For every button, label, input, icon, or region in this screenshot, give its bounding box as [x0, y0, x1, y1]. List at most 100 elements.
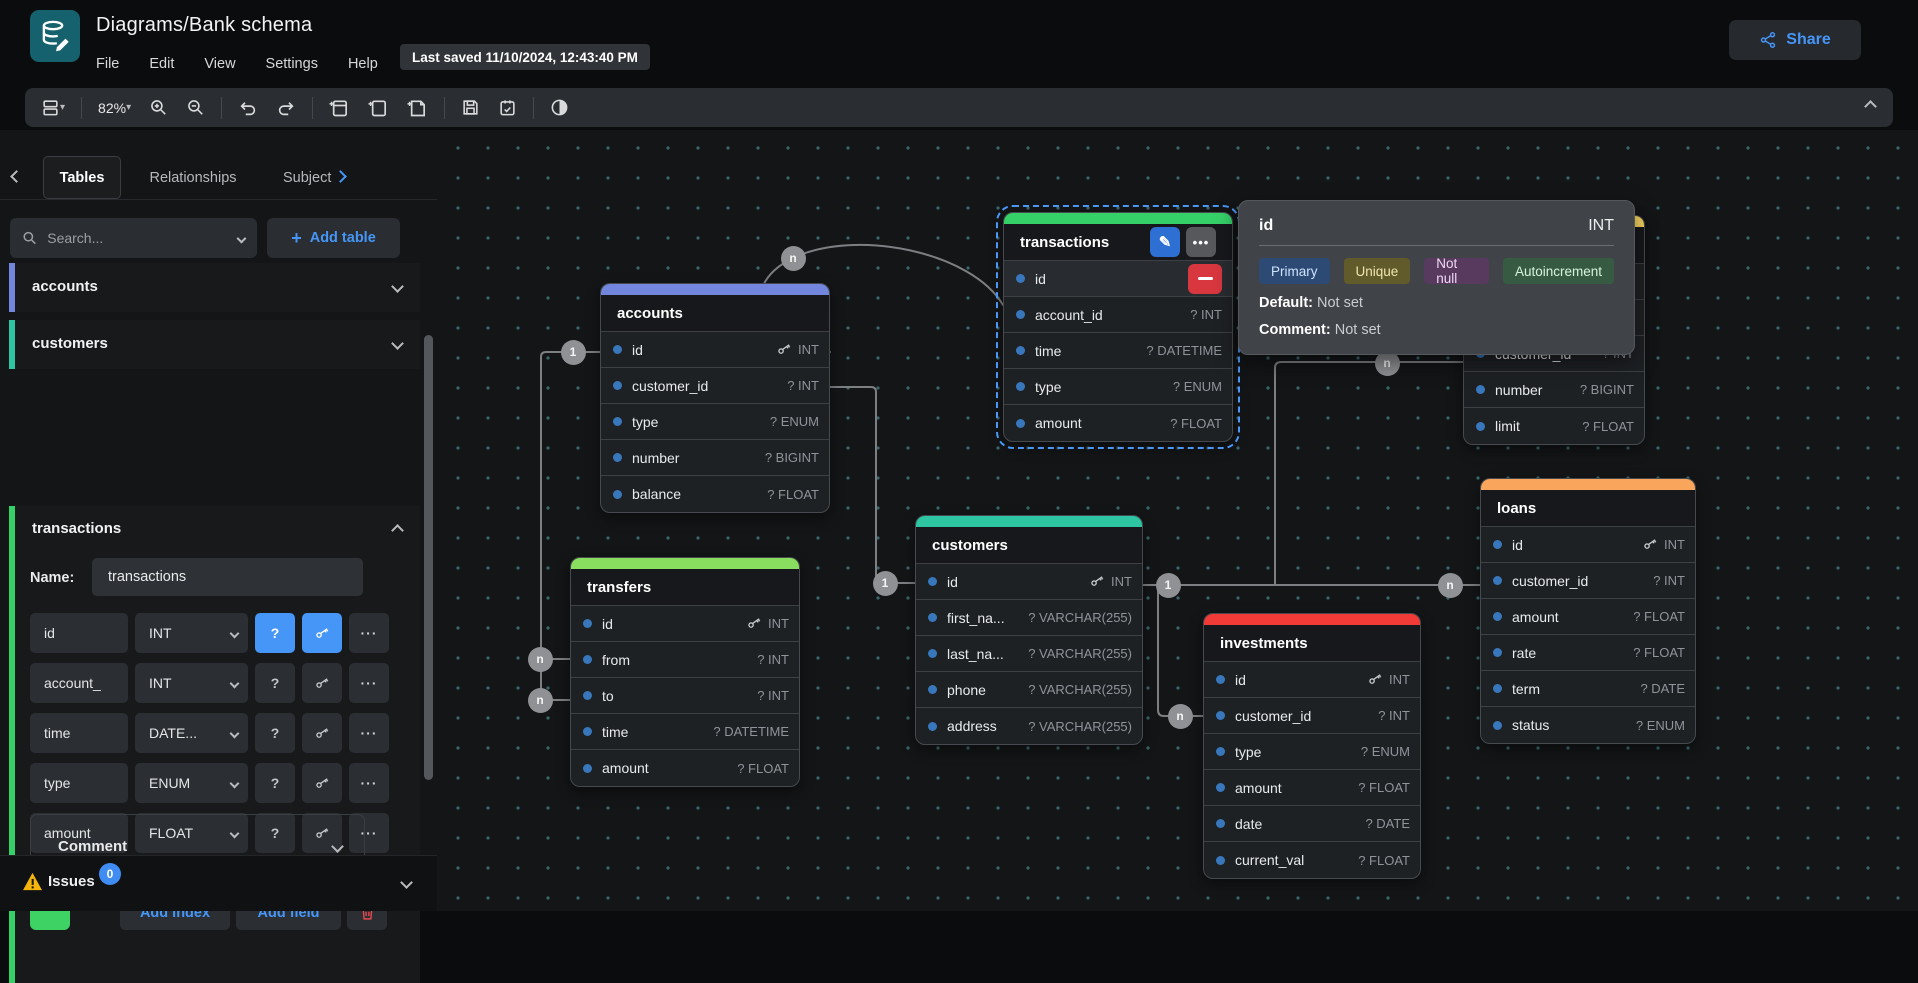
menu-item-file[interactable]: File	[96, 56, 119, 72]
sidebar-scrollbar[interactable]	[424, 335, 433, 780]
table-field-row[interactable]: rate? FLOAT	[1481, 635, 1695, 671]
table-field-row[interactable]: amount? FLOAT	[1204, 770, 1420, 806]
table-field-row[interactable]: to? INT	[571, 678, 799, 714]
tab-relationships[interactable]: Relationships	[133, 156, 253, 199]
table-field-row[interactable]: amount? FLOAT	[571, 750, 799, 786]
edit-table-button[interactable]: ✎	[1150, 227, 1180, 257]
table-field-row[interactable]: id	[1004, 261, 1232, 297]
search-filter-chevron-icon[interactable]	[237, 233, 247, 243]
add-table-tool[interactable]	[323, 94, 356, 122]
table-field-row[interactable]: type? ENUM	[1204, 734, 1420, 770]
nullable-toggle[interactable]: ?	[255, 763, 295, 803]
table-field-row[interactable]: idINT	[1481, 527, 1695, 563]
chevron-up-icon[interactable]	[391, 524, 404, 537]
menu-item-help[interactable]: Help	[348, 56, 378, 72]
add-area-tool[interactable]	[362, 94, 395, 122]
undo-button[interactable]	[232, 95, 264, 121]
table-field-row[interactable]: from? INT	[571, 642, 799, 678]
nullable-toggle[interactable]: ?	[255, 613, 295, 653]
field-options-button[interactable]: ···	[349, 763, 389, 803]
table-field-row[interactable]: customer_id? INT	[1481, 563, 1695, 599]
table-customers[interactable]: customersidINTfirst_na...? VARCHAR(255)l…	[915, 515, 1143, 745]
zoom-out-button[interactable]	[180, 94, 211, 121]
table-search[interactable]	[10, 218, 257, 258]
table-field-row[interactable]: amount? FLOAT	[1004, 405, 1232, 441]
field-name-button[interactable]: id	[30, 613, 128, 653]
field-options-button[interactable]: ···	[349, 713, 389, 753]
toolbar-collapse-button[interactable]	[1866, 98, 1875, 116]
nullable-toggle[interactable]: ?	[255, 713, 295, 753]
table-field-row[interactable]: idINT	[1204, 662, 1420, 698]
field-type-dropdown[interactable]: INT	[135, 663, 248, 703]
add-note-tool[interactable]	[401, 94, 434, 122]
table-field-row[interactable]: amount? FLOAT	[1481, 599, 1695, 635]
tab-tables[interactable]: Tables	[43, 156, 121, 199]
redo-button[interactable]	[270, 95, 302, 121]
table-field-row[interactable]: number? BIGINT	[1464, 372, 1644, 408]
field-type-dropdown[interactable]: INT	[135, 613, 248, 653]
table-field-row[interactable]: balance? FLOAT	[601, 476, 829, 512]
table-field-row[interactable]: limit? FLOAT	[1464, 408, 1644, 444]
table-field-row[interactable]: customer_id? INT	[1204, 698, 1420, 734]
table-field-row[interactable]: account_id? INT	[1004, 297, 1232, 333]
table-accounts[interactable]: accountsidINTcustomer_id? INTtype? ENUMn…	[600, 283, 830, 513]
tabs-scroll-left-icon[interactable]	[12, 168, 21, 186]
chevron-down-icon[interactable]	[391, 337, 404, 350]
menu-item-view[interactable]: View	[204, 56, 235, 72]
zoom-in-button[interactable]	[143, 94, 174, 121]
primary-key-toggle[interactable]	[302, 663, 342, 703]
delete-field-button[interactable]	[1188, 264, 1222, 294]
table-field-row[interactable]: last_na...? VARCHAR(255)	[916, 636, 1142, 672]
tab-subject-areas[interactable]: Subject ar	[283, 156, 335, 199]
table-field-row[interactable]: phone? VARCHAR(255)	[916, 672, 1142, 708]
zoom-level-dropdown[interactable]: 82% ▾	[92, 96, 137, 120]
search-input[interactable]	[47, 230, 228, 246]
field-name-button[interactable]: type	[30, 763, 128, 803]
table-field-row[interactable]: term? DATE	[1481, 671, 1695, 707]
table-field-row[interactable]: date? DATE	[1204, 806, 1420, 842]
table-field-row[interactable]: type? ENUM	[601, 404, 829, 440]
table-field-row[interactable]: address? VARCHAR(255)	[916, 708, 1142, 744]
table-field-row[interactable]: idINT	[916, 564, 1142, 600]
layout-tool-button[interactable]: ▾	[35, 94, 71, 121]
chevron-down-icon[interactable]	[400, 876, 413, 889]
app-logo[interactable]	[30, 10, 80, 62]
table-transfers[interactable]: transfersidINTfrom? INTto? INTtime? DATE…	[570, 557, 800, 787]
table-field-row[interactable]: first_na...? VARCHAR(255)	[916, 600, 1142, 636]
table-investments[interactable]: investmentsidINTcustomer_id? INTtype? EN…	[1203, 613, 1421, 879]
table-loans[interactable]: loansidINTcustomer_id? INTamount? FLOATr…	[1480, 478, 1696, 744]
field-name-button[interactable]: time	[30, 713, 128, 753]
field-name-button[interactable]: account_	[30, 663, 128, 703]
menu-item-edit[interactable]: Edit	[149, 56, 174, 72]
table-field-row[interactable]: type? ENUM	[1004, 369, 1232, 405]
table-field-row[interactable]: idINT	[601, 332, 829, 368]
theme-toggle-button[interactable]	[544, 94, 575, 121]
sidebar-item-accounts[interactable]: accounts	[9, 263, 420, 312]
chevron-down-icon[interactable]	[391, 280, 404, 293]
table-field-row[interactable]: time? DATETIME	[1004, 333, 1232, 369]
primary-key-toggle[interactable]	[302, 713, 342, 753]
table-field-row[interactable]: current_val? FLOAT	[1204, 842, 1420, 878]
todo-button[interactable]	[492, 94, 523, 121]
issues-bar[interactable]: Issues 0	[0, 855, 437, 911]
sidebar-item-customers[interactable]: customers	[9, 320, 420, 369]
table-field-row[interactable]: status? ENUM	[1481, 707, 1695, 743]
table-name-input[interactable]	[92, 558, 363, 596]
table-field-row[interactable]: number? BIGINT	[601, 440, 829, 476]
table-transactions[interactable]: transactions✎•••idaccount_id? INTtime? D…	[1003, 212, 1233, 442]
save-button[interactable]	[455, 94, 486, 121]
field-options-button[interactable]: ···	[349, 663, 389, 703]
transactions-item-label[interactable]: transactions	[32, 520, 121, 537]
menu-item-settings[interactable]: Settings	[266, 56, 318, 72]
field-options-button[interactable]: ···	[349, 613, 389, 653]
field-type-dropdown[interactable]: DATE...	[135, 713, 248, 753]
share-button[interactable]: Share	[1729, 20, 1861, 60]
table-options-button[interactable]: •••	[1186, 227, 1216, 257]
tabs-scroll-right-icon[interactable]	[336, 168, 345, 186]
table-field-row[interactable]: customer_id? INT	[601, 368, 829, 404]
primary-key-toggle[interactable]	[302, 763, 342, 803]
table-field-row[interactable]: idINT	[571, 606, 799, 642]
nullable-toggle[interactable]: ?	[255, 663, 295, 703]
primary-key-toggle[interactable]	[302, 613, 342, 653]
add-table-button[interactable]: + Add table	[267, 218, 400, 258]
